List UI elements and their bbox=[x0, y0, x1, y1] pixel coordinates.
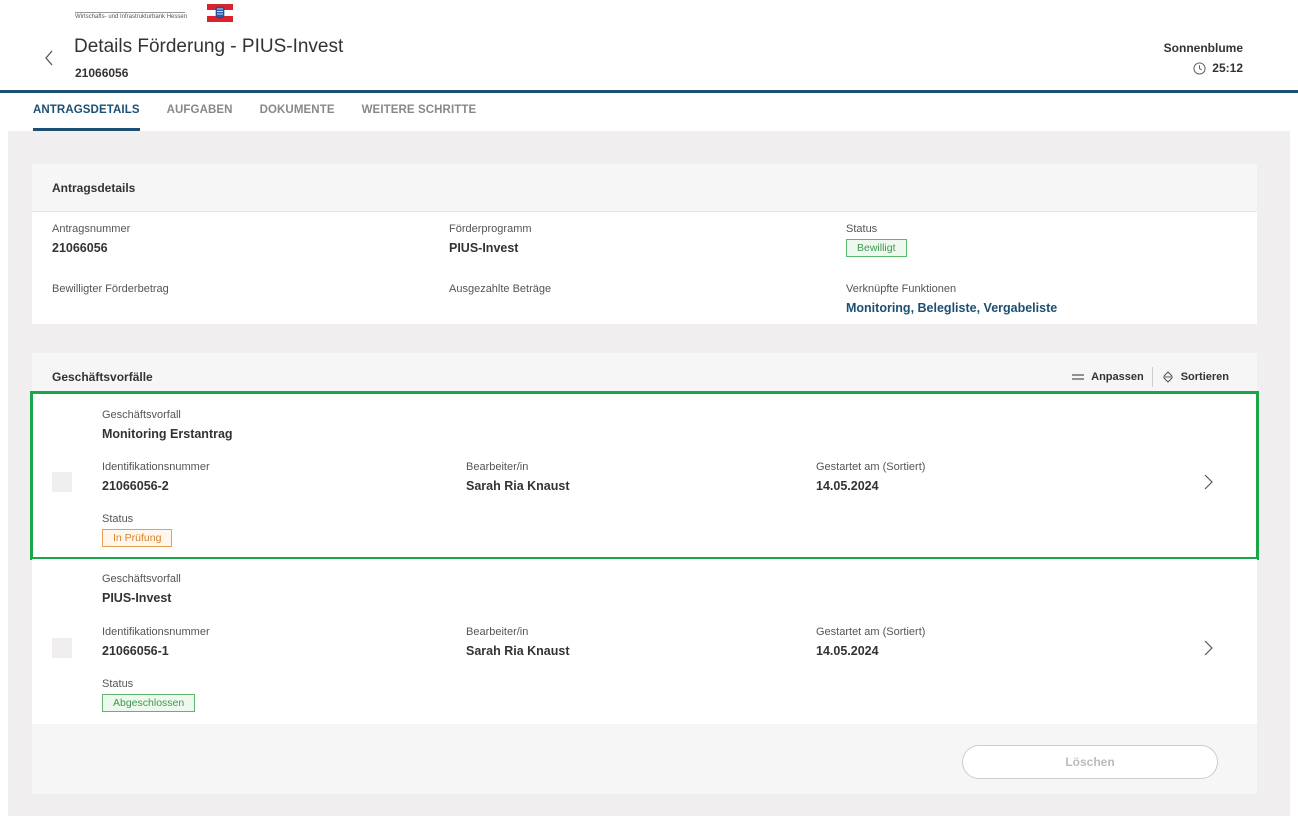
identifikationsnummer-value: 21066056-2 bbox=[102, 479, 169, 493]
row-checkbox[interactable] bbox=[52, 472, 72, 492]
sort-icon bbox=[1162, 370, 1173, 383]
gestartet-value: 14.05.2024 bbox=[816, 644, 879, 658]
antragsdetails-panel: Antragsdetails Antragsnummer 21066056 Fö… bbox=[32, 164, 1257, 324]
status-label: Status bbox=[846, 223, 878, 235]
bearbeiter-value: Sarah Ria Knaust bbox=[466, 644, 570, 658]
tab-weitere-schritte[interactable]: WEITERE SCHRITTE bbox=[362, 93, 477, 131]
vorfall-label: Geschäftsvorfall bbox=[102, 573, 181, 585]
ausgezahlte-betraege-label: Ausgezahlte Beträge bbox=[449, 283, 552, 295]
link-monitoring[interactable]: Monitoring bbox=[846, 301, 911, 315]
identifikationsnummer-value: 21066056-1 bbox=[102, 644, 169, 658]
antragsnummer-label: Antragsnummer bbox=[52, 223, 131, 235]
bearbeiter-label: Bearbeiter/in bbox=[466, 626, 529, 638]
bewilligter-betrag-label: Bewilligter Förderbetrag bbox=[52, 283, 169, 295]
geschaeftsvorfaelle-panel: Geschäftsvorfälle Anpassen Sortieren Ges… bbox=[30, 353, 1259, 794]
verknuepfte-funktionen-label: Verknüpfte Funktionen bbox=[846, 283, 957, 295]
timer-value: 25:12 bbox=[1212, 61, 1243, 75]
vorfall-label: Geschäftsvorfall bbox=[102, 409, 181, 421]
foerderprogramm-label: Förderprogramm bbox=[449, 223, 532, 235]
application-number: 21066056 bbox=[75, 66, 129, 80]
foerderprogramm-value: PIUS-Invest bbox=[449, 241, 519, 255]
app-header: Wirtschafts- und Infrastrukturbank Hesse… bbox=[0, 0, 1298, 93]
geschaeftsvorfall-row[interactable]: Geschäftsvorfall PIUS-Invest Identifikat… bbox=[32, 559, 1257, 724]
row-status-label: Status bbox=[102, 513, 134, 525]
tab-bar: ANTRAGSDETAILS AUFGABEN DOKUMENTE WEITER… bbox=[33, 93, 503, 131]
logo-text: Wirtschafts- und Infrastrukturbank Hesse… bbox=[75, 12, 188, 20]
tab-aufgaben[interactable]: AUFGABEN bbox=[167, 93, 233, 131]
hessen-coat-of-arms-icon bbox=[207, 4, 233, 22]
bearbeiter-label: Bearbeiter/in bbox=[466, 461, 529, 473]
verknuepfte-funktionen-links: Monitoring, Belegliste, Vergabeliste bbox=[846, 301, 1058, 315]
status-badge: Bewilligt bbox=[846, 239, 907, 257]
row-checkbox[interactable] bbox=[52, 638, 72, 658]
antragsdetails-header: Antragsdetails bbox=[32, 164, 1257, 212]
session-timer: 25:12 bbox=[1193, 61, 1243, 75]
vorfall-value: PIUS-Invest bbox=[102, 591, 172, 605]
identifikationsnummer-label: Identifikationsnummer bbox=[102, 626, 210, 638]
user-name: Sonnenblume bbox=[1163, 41, 1243, 55]
delete-button[interactable]: Löschen bbox=[962, 745, 1218, 779]
sortieren-button[interactable]: Sortieren bbox=[1153, 370, 1237, 384]
clock-icon bbox=[1193, 61, 1206, 75]
vorfall-value: Monitoring Erstantrag bbox=[102, 427, 233, 441]
anpassen-label: Anpassen bbox=[1091, 370, 1144, 383]
geschaeftsvorfaelle-title: Geschäftsvorfälle bbox=[52, 369, 153, 384]
geschaeftsvorfall-row[interactable]: Geschäftsvorfall Monitoring Erstantrag I… bbox=[30, 391, 1259, 560]
row-status-label: Status bbox=[102, 678, 134, 690]
list-toolbar: Anpassen Sortieren bbox=[1063, 366, 1237, 387]
chevron-right-icon[interactable] bbox=[1203, 638, 1215, 658]
main-content: Antragsdetails Antragsnummer 21066056 Fö… bbox=[8, 131, 1290, 816]
tab-antragsdetails[interactable]: ANTRAGSDETAILS bbox=[33, 93, 140, 131]
gestartet-label: Gestartet am (Sortiert) bbox=[816, 461, 926, 473]
tab-dokumente[interactable]: DOKUMENTE bbox=[260, 93, 335, 131]
gestartet-value: 14.05.2024 bbox=[816, 479, 879, 493]
gestartet-label: Gestartet am (Sortiert) bbox=[816, 626, 926, 638]
antragsnummer-value: 21066056 bbox=[52, 241, 108, 255]
anpassen-button[interactable]: Anpassen bbox=[1063, 370, 1152, 384]
sortieren-label: Sortieren bbox=[1180, 370, 1229, 383]
identifikationsnummer-label: Identifikationsnummer bbox=[102, 461, 210, 473]
back-icon[interactable] bbox=[42, 48, 56, 68]
equals-icon bbox=[1072, 373, 1085, 380]
link-belegliste[interactable]: Belegliste bbox=[918, 301, 977, 315]
antragsdetails-title: Antragsdetails bbox=[52, 180, 136, 195]
row-status-badge: Abgeschlossen bbox=[102, 694, 196, 712]
link-vergabeliste[interactable]: Vergabeliste bbox=[984, 301, 1058, 315]
chevron-right-icon[interactable] bbox=[1203, 472, 1215, 492]
bearbeiter-value: Sarah Ria Knaust bbox=[466, 479, 570, 493]
row-status-badge: In Prüfung bbox=[102, 529, 173, 547]
page-title: Details Förderung - PIUS-Invest bbox=[74, 36, 344, 57]
